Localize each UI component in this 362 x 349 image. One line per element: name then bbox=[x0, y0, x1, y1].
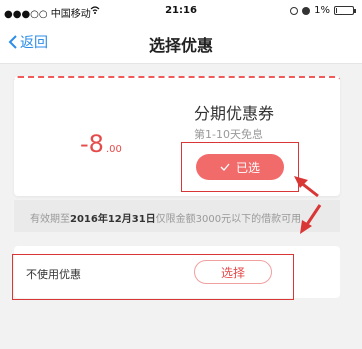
annotation-arrow-down-icon bbox=[300, 204, 322, 234]
annotation-arrows bbox=[294, 176, 322, 234]
annotation-arrow-up-icon bbox=[294, 176, 319, 198]
